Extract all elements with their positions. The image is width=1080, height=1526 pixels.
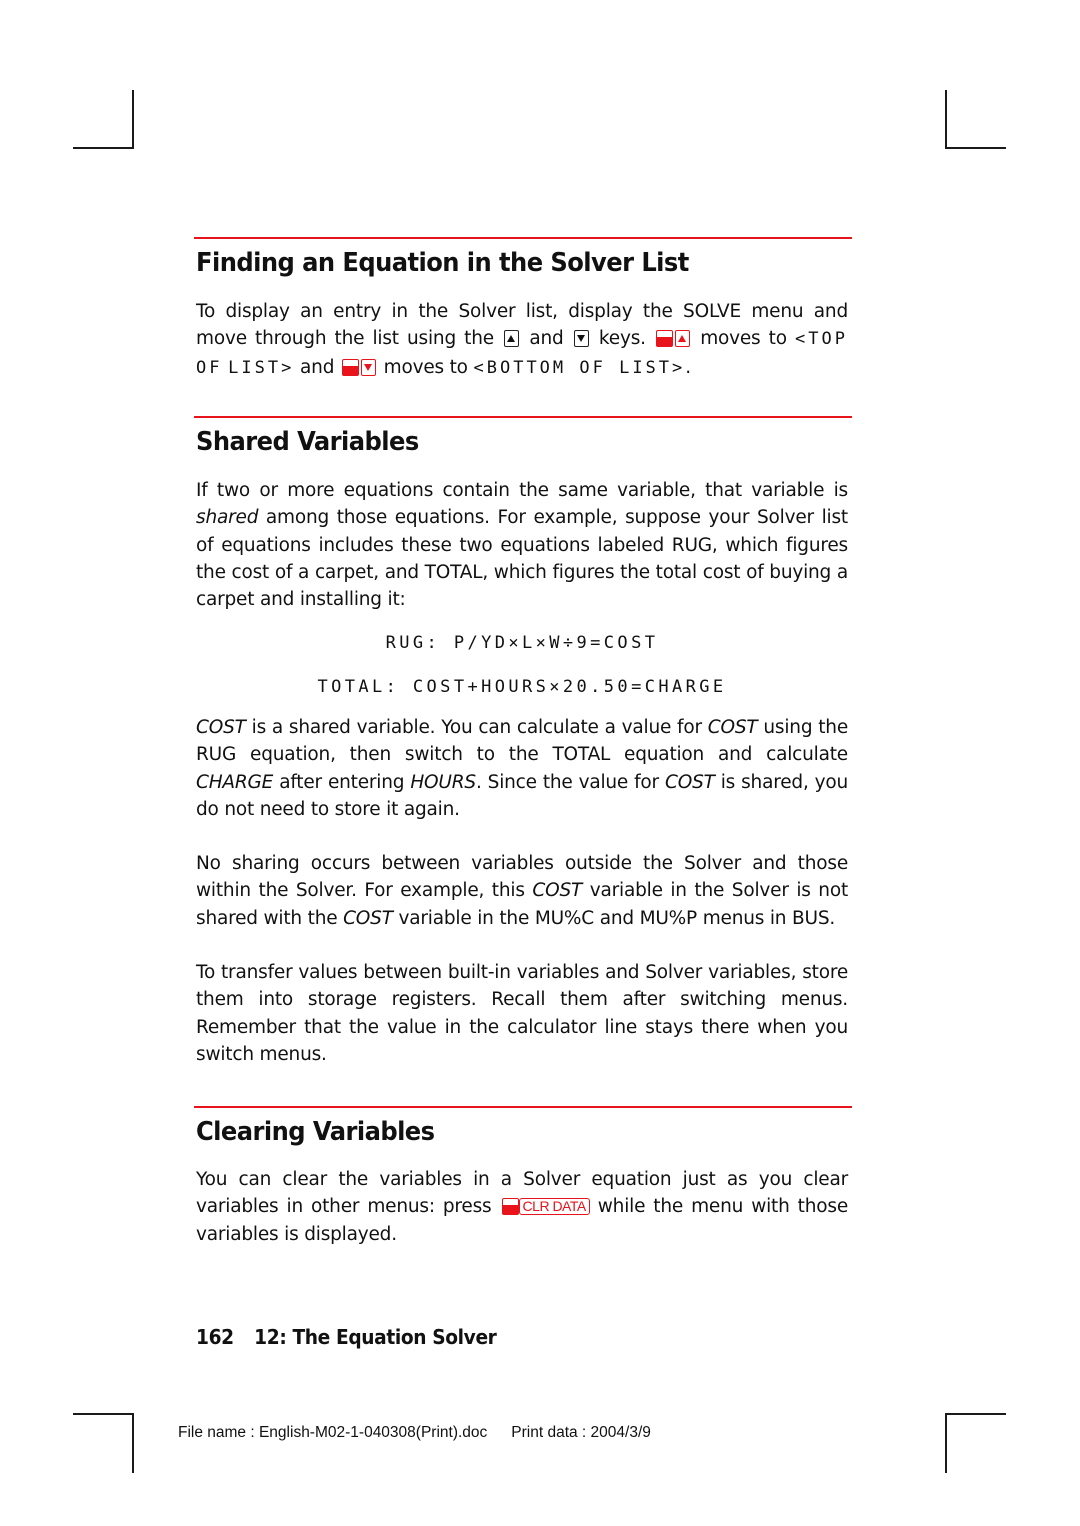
chapter-title: 12: The Equation Solver — [254, 1325, 497, 1349]
clr-data-key: CLR DATA — [518, 1198, 590, 1216]
equation-total: TOTAL: COST+HOURS×20.50=CHARGE — [317, 677, 727, 697]
crop-mark-top-right-vertical — [945, 90, 947, 149]
paragraph-transfer-values: To transfer values between built-in vari… — [196, 962, 848, 1065]
down-arrow-key-icon — [573, 330, 589, 348]
crop-mark-bottom-left-horizontal — [73, 1413, 134, 1415]
lcd-text-list: LIST> — [228, 357, 295, 378]
page-footer: 162 12: The Equation Solver — [196, 1325, 497, 1349]
paragraph-shared-intro: If two or more equations contain the sam… — [196, 480, 848, 611]
paragraph-finding-equation: To display an entry in the Solver list, … — [196, 301, 848, 378]
down-arrow-key-icon — [360, 358, 376, 376]
equation-rug: RUG: P/YD×L×W÷9=COST — [385, 633, 659, 653]
crop-mark-top-left-horizontal — [73, 147, 134, 149]
crop-mark-bottom-right-horizontal — [945, 1413, 1006, 1415]
file-name: File name : English-M02-1-040308(Print).… — [178, 1424, 488, 1441]
shift-key-icon — [501, 1198, 519, 1216]
section-heading-finding-equation: Finding an Equation in the Solver List — [196, 248, 689, 278]
lcd-text-bottom-of-list: <BOTTOM OF LIST> — [473, 357, 686, 378]
up-arrow-key-icon — [504, 330, 520, 348]
paragraph-cost-shared: COST is a shared variable. You can calcu… — [196, 717, 849, 820]
print-info: File name : English-M02-1-040308(Print).… — [178, 1424, 651, 1442]
print-date: Print data : 2004/3/9 — [511, 1424, 651, 1441]
section-heading-shared-variables: Shared Variables — [196, 427, 419, 457]
page-number: 162 — [196, 1325, 234, 1349]
section-rule — [194, 1106, 852, 1108]
crop-mark-top-left-vertical — [132, 90, 134, 149]
paragraph-clearing-variables: You can clear the variables in a Solver … — [196, 1169, 848, 1245]
up-arrow-key-icon — [675, 330, 690, 348]
shift-key-icon — [656, 330, 673, 348]
section-rule — [194, 416, 852, 418]
shift-key-icon — [341, 358, 359, 376]
crop-mark-bottom-right-vertical — [945, 1413, 947, 1473]
section-heading-clearing-variables: Clearing Variables — [196, 1117, 435, 1147]
paragraph-no-sharing: No sharing occurs between variables outs… — [196, 853, 849, 929]
crop-mark-bottom-left-vertical — [132, 1413, 134, 1473]
crop-mark-top-right-horizontal — [945, 147, 1006, 149]
section-rule — [194, 237, 852, 239]
